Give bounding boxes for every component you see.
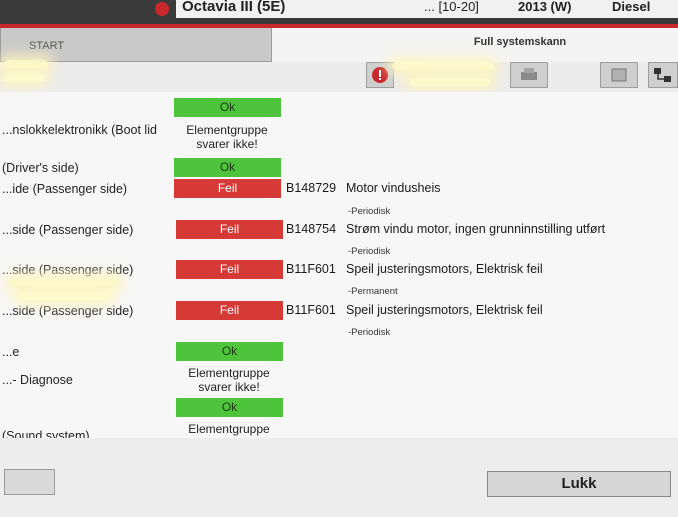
document-button[interactable] <box>600 62 638 88</box>
status-badge: Ok <box>176 342 283 361</box>
list-item[interactable]: ...side (Passenger side) <box>2 223 133 237</box>
no-response-note: Elementgruppe svarer ikke! <box>188 422 270 438</box>
warning-button[interactable] <box>366 62 394 88</box>
status-badge: Feil <box>176 260 283 279</box>
list-item[interactable]: ...e <box>2 345 19 359</box>
screen-glare <box>18 292 110 300</box>
status-badge: Feil <box>176 301 283 320</box>
vehicle-engine-text: Diesel <box>612 0 651 14</box>
vehicle-year-text: 2013 (W) <box>518 0 572 14</box>
list-item[interactable]: (Driver's side) <box>2 161 79 175</box>
no-response-note: Elementgruppe svarer ikke! <box>188 366 270 394</box>
print-button[interactable] <box>510 62 548 88</box>
close-button[interactable]: Lukk <box>487 471 671 497</box>
list-item[interactable]: ...nslokkelektronikk (Boot lid <box>2 123 157 137</box>
vehicle-field-2-text: ... [10-20] <box>424 0 479 14</box>
screen-glare <box>4 60 48 68</box>
system-scan-list: Ok ...nslokkelektronikk (Boot lid Elemen… <box>0 92 678 438</box>
status-badge: Feil <box>174 179 281 198</box>
screen-glare <box>410 78 490 86</box>
record-indicator-icon <box>155 2 169 16</box>
network-icon <box>654 68 671 82</box>
vehicle-header: Octavia III (5E) ... [10-20] 2013 (W) Di… <box>0 0 678 24</box>
vehicle-field-2[interactable]: ... [10-20] <box>414 0 516 18</box>
tab-start[interactable]: START <box>0 28 272 62</box>
dtc-frequency: -Permanent <box>348 286 398 297</box>
vehicle-year-field[interactable]: 2013 (W) <box>512 0 606 18</box>
status-badge: Feil <box>176 220 283 239</box>
status-badge: Ok <box>176 398 283 417</box>
tab-start-label: START <box>29 40 65 52</box>
list-item[interactable]: ...side (Passenger side) <box>2 263 133 277</box>
vehicle-model-text: Octavia III (5E) <box>182 0 286 15</box>
network-button[interactable] <box>648 62 678 88</box>
document-icon <box>611 68 627 82</box>
dtc-description: Motor vindusheis <box>346 181 441 195</box>
list-item[interactable]: ...ide (Passenger side) <box>2 182 127 196</box>
toolbar <box>0 62 678 92</box>
screen-glare <box>392 62 494 70</box>
list-item[interactable]: ...side (Passenger side) <box>2 304 133 318</box>
status-badge: Ok <box>174 98 281 117</box>
vehicle-model-field[interactable]: Octavia III (5E) <box>176 0 414 18</box>
screen-glare <box>10 278 118 286</box>
dtc-code: B11F601 <box>286 303 336 317</box>
status-badge: Ok <box>174 158 281 177</box>
footer-bar: Lukk <box>0 438 678 517</box>
list-item[interactable]: ...- Diagnose <box>2 373 73 387</box>
back-button[interactable] <box>4 469 55 495</box>
list-item[interactable]: (Sound system) <box>2 429 90 438</box>
dtc-frequency: -Periodisk <box>348 327 391 338</box>
dtc-description: Speil justeringsmotors, Elektrisk feil <box>346 262 543 276</box>
dtc-code: B148729 <box>286 181 337 195</box>
vehicle-engine-field[interactable]: Diesel <box>606 0 678 18</box>
dtc-code: B148754 <box>286 222 337 236</box>
no-response-note: Elementgruppe svarer ikke! <box>186 123 268 151</box>
page-title: Full systemskann <box>473 36 567 48</box>
dtc-code: B11F601 <box>286 262 336 276</box>
dtc-description: Speil justeringsmotors, Elektrisk feil <box>346 303 543 317</box>
print-icon <box>521 68 537 80</box>
dtc-frequency: -Periodisk <box>348 246 391 257</box>
dtc-description: Strøm vindu motor, ingen grunninnstillin… <box>346 222 606 236</box>
dtc-frequency: -Periodisk <box>348 206 391 217</box>
screen-glare <box>4 74 44 82</box>
warning-icon <box>372 67 388 83</box>
